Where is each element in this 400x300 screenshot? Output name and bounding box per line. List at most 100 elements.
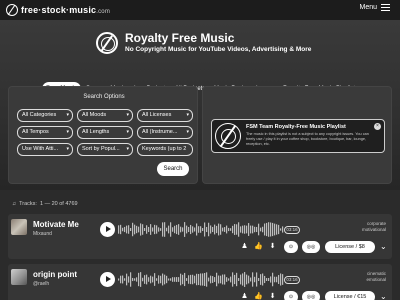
waveform-bar [280,273,282,286]
site-logo[interactable]: free·stock·music.com [6,4,110,16]
waveform-bar [120,275,122,284]
track-artist[interactable]: Mixaund [33,231,52,237]
stems-button[interactable]: ◎◎ [302,291,320,300]
waveform-bar [234,224,236,235]
waveform-bar [142,277,144,282]
filter-licenses[interactable]: All Licenses ▾ [137,109,193,122]
filter-categories[interactable]: All Categories ▾ [17,109,73,122]
loop-button[interactable]: ⊙ [284,241,298,253]
sort-select[interactable]: Sort by Popul... ▾ [77,143,133,156]
filter-tempos[interactable]: All Tempos ▾ [17,126,73,139]
track-artist[interactable]: @raelh [33,281,49,287]
download-icon[interactable]: ⬇ [268,292,277,300]
person-icon[interactable]: ♟ [240,292,249,300]
waveform-bar [196,273,198,286]
waveform-bar [144,275,146,284]
track-thumbnail[interactable] [11,219,27,235]
waveform-bar [256,272,258,287]
tag[interactable]: motivational [362,227,386,233]
waveform-bar [270,276,272,283]
loop-button[interactable]: ⊙ [284,291,298,300]
waveform-bar [150,224,152,235]
waveform-bar [238,278,240,281]
thumb-up-icon[interactable]: 👍 [254,242,263,251]
waveform-bar [130,227,132,232]
waveform-bar [136,277,138,282]
waveform-bar [250,277,252,282]
waveform-bar [244,225,246,234]
waveform-bar [260,227,262,232]
play-button[interactable] [100,272,115,287]
person-icon[interactable]: ♟ [240,242,249,251]
waveform-bar [204,222,206,237]
track-title[interactable]: origin point [33,270,77,279]
caret-icon: ▾ [126,112,129,118]
waveform-bar [214,277,216,282]
waveform-bar [210,225,212,234]
track-duration: 03:16 [284,226,300,234]
search-button[interactable]: Search [157,162,189,176]
waveform-bar [156,278,158,281]
waveform-bar [176,224,178,235]
waveform-bar [222,274,224,285]
waveform-bar [278,275,280,284]
waveform-bar [150,275,152,284]
keywords-input[interactable]: Keywords (up to 2 [137,143,193,156]
waveform-bar [132,277,134,282]
license-button[interactable]: License / $8 [325,241,375,253]
waveform-bar [148,277,150,282]
waveform-bar [236,272,238,287]
waveform-bar [248,275,250,284]
waveform-bar [182,227,184,232]
waveform-bar [134,278,136,281]
track-title[interactable]: Motivate Me [33,220,79,229]
waveform-bar [192,274,194,285]
waveform-bar [208,222,210,237]
filter-lengths[interactable]: All Lengths ▾ [77,126,133,139]
waveform[interactable] [118,271,284,288]
waveform-bar [272,272,274,287]
waveform-bar [162,222,164,237]
track-row: Motivate Me Mixaund 03:16 corporate moti… [8,214,392,259]
waveform-bar [136,225,138,234]
track-actions: ♟ 👍 ⬇ ⊙ ◎◎ License / €15 ⌄ [240,291,390,300]
close-icon[interactable]: × [374,123,381,130]
waveform-bar [172,277,174,282]
waveform-bar [200,226,202,233]
filter-attribution[interactable]: Use With Atti... ▾ [17,143,73,156]
waveform-bar [146,274,148,285]
waveform-bar [170,222,172,237]
menu-button[interactable]: Menu [359,4,390,11]
waveform-bar [234,274,236,285]
waveform-bar [258,278,260,281]
filter-moods[interactable]: All Moods ▾ [77,109,133,122]
waveform-bar [160,228,162,231]
license-button[interactable]: License / €15 [325,291,375,300]
waveform-bar [222,227,224,232]
waveform-bar [266,278,268,281]
playlist-card[interactable]: FSM Team Royalty-Free Music Playlist The… [211,119,385,153]
tag[interactable]: emotional [366,277,386,283]
waveform-bar [166,227,168,232]
track-thumbnail[interactable] [11,269,27,285]
waveform-bar [158,227,160,232]
chevron-down-icon[interactable]: ⌄ [380,291,389,300]
waveform-bar [180,273,182,286]
download-icon[interactable]: ⬇ [268,242,277,251]
play-button[interactable] [100,222,115,237]
waveform-bar [220,224,222,235]
menu-label: Menu [359,4,377,11]
caret-icon: ▾ [186,112,189,118]
waveform-bar [276,224,278,235]
chevron-down-icon[interactable]: ⌄ [380,241,389,253]
waveform-bar [182,274,184,285]
filter-instrumental[interactable]: All (Instrume... ▾ [137,126,193,139]
stems-button[interactable]: ◎◎ [302,241,320,253]
waveform-bar [152,227,154,232]
waveform-bar [154,273,156,286]
waveform-bar [198,273,200,286]
waveform-bar [128,225,130,234]
waveform-bar [122,275,124,284]
waveform[interactable] [118,221,284,238]
thumb-up-icon[interactable]: 👍 [254,292,263,300]
